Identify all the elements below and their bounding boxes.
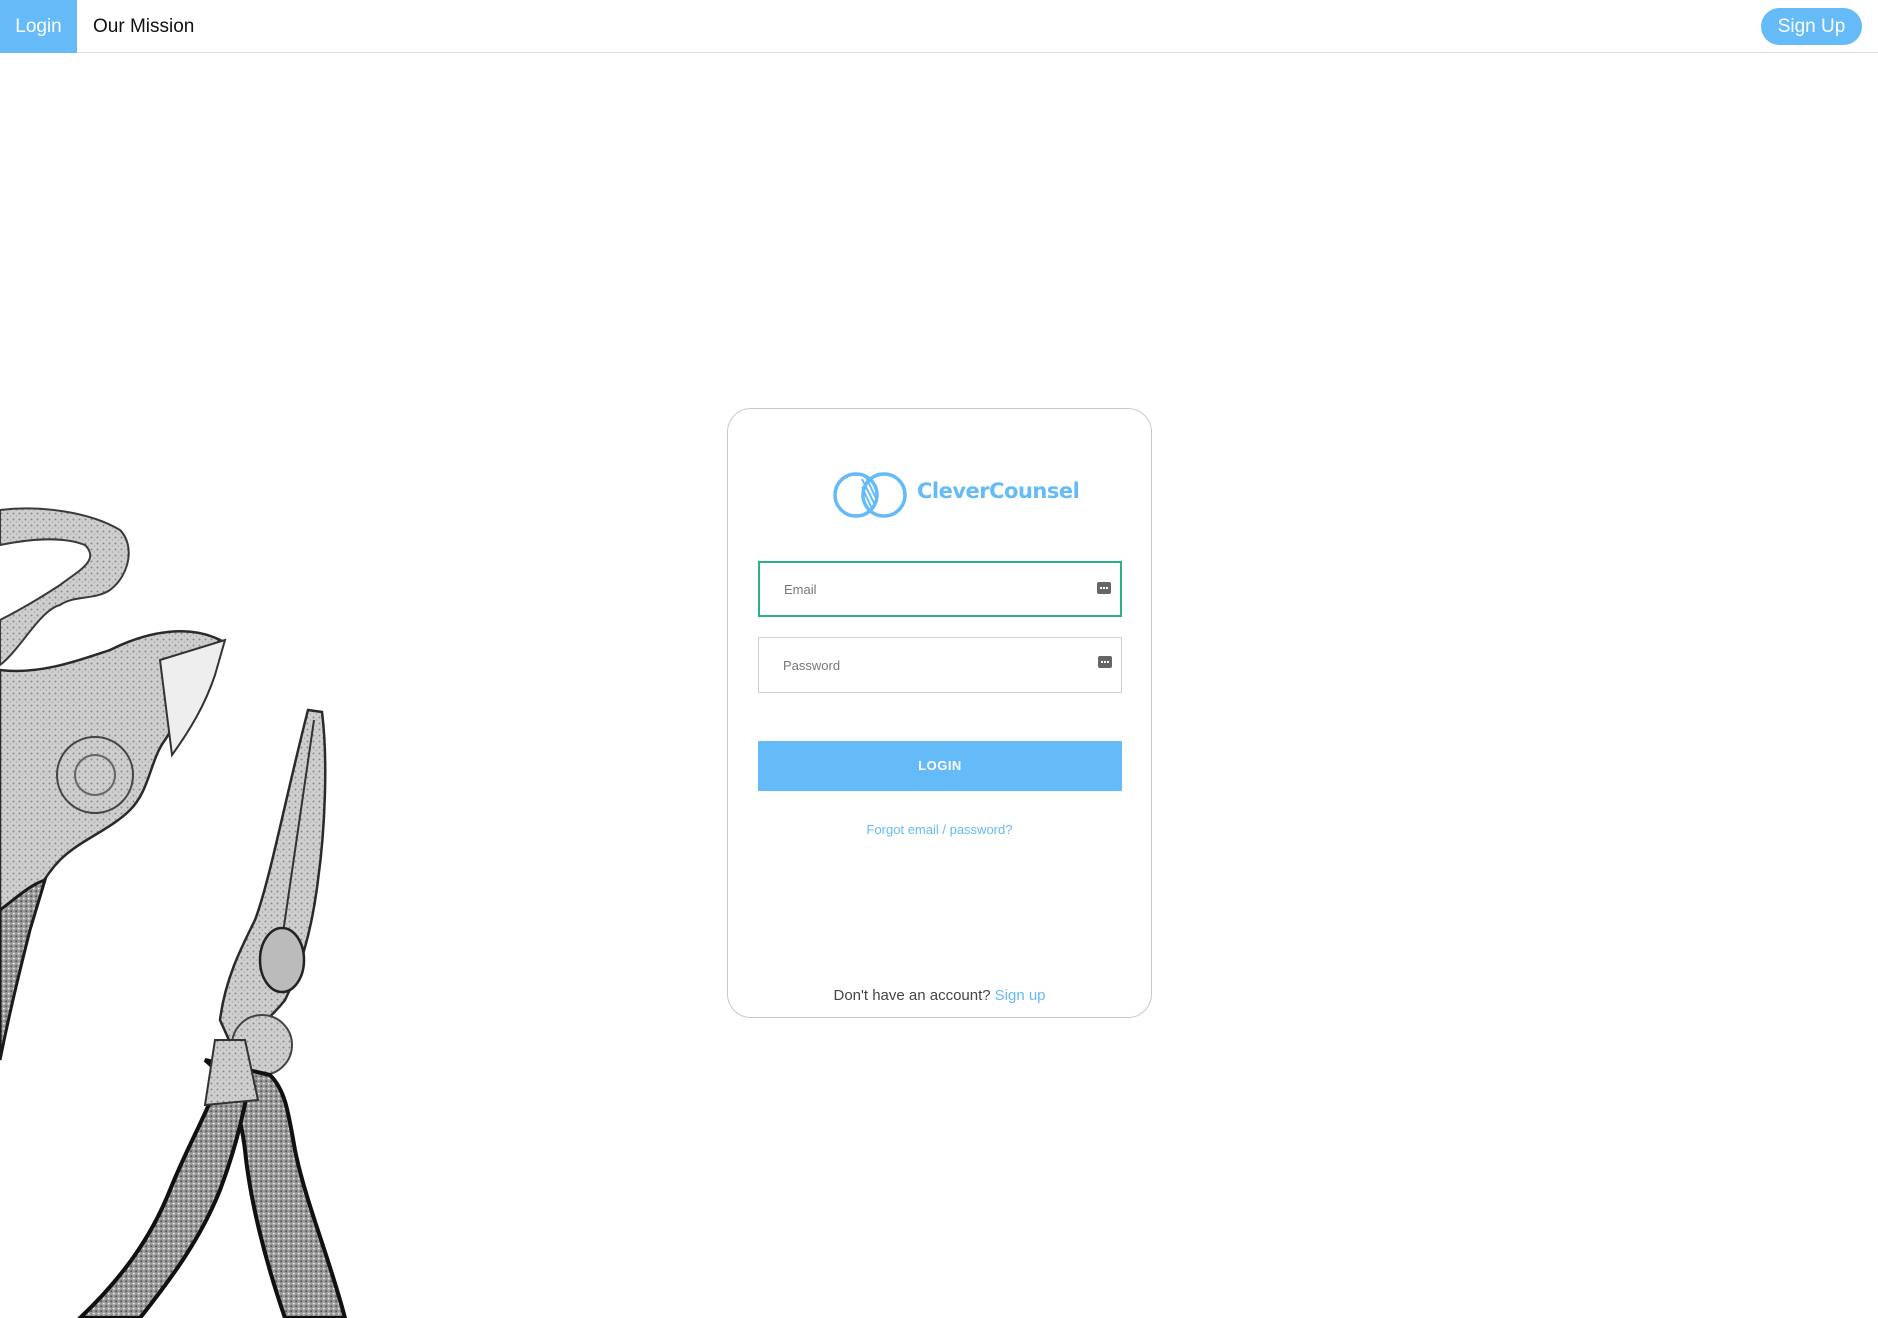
password-manager-icon[interactable] (1097, 582, 1111, 594)
nav-our-mission-link[interactable]: Our Mission (93, 0, 194, 53)
nav-login-tab[interactable]: Login (0, 0, 77, 53)
signup-prompt: Don't have an account? Sign up (728, 987, 1151, 1004)
header-sign-up-button[interactable]: Sign Up (1761, 8, 1862, 45)
login-card: CleverCounsel LOGIN Forgot email / passw… (727, 408, 1152, 1018)
brand-name: CleverCounsel (917, 479, 1080, 503)
no-account-text: Don't have an account? (833, 987, 991, 1004)
brand-logo: CleverCounsel (832, 469, 1080, 521)
sign-up-link[interactable]: Sign up (995, 987, 1046, 1004)
email-input[interactable] (784, 563, 1074, 615)
login-button[interactable]: LOGIN (758, 741, 1122, 791)
password-manager-icon[interactable] (1098, 656, 1112, 668)
password-field[interactable] (758, 637, 1122, 693)
brand-rings-icon (833, 472, 907, 518)
pliers-illustration (0, 507, 348, 1318)
password-input[interactable] (783, 638, 1073, 692)
top-navigation-bar: Login Our Mission Sign Up (0, 0, 1878, 53)
email-field[interactable] (758, 561, 1122, 617)
forgot-password-link[interactable]: Forgot email / password? (728, 822, 1151, 837)
